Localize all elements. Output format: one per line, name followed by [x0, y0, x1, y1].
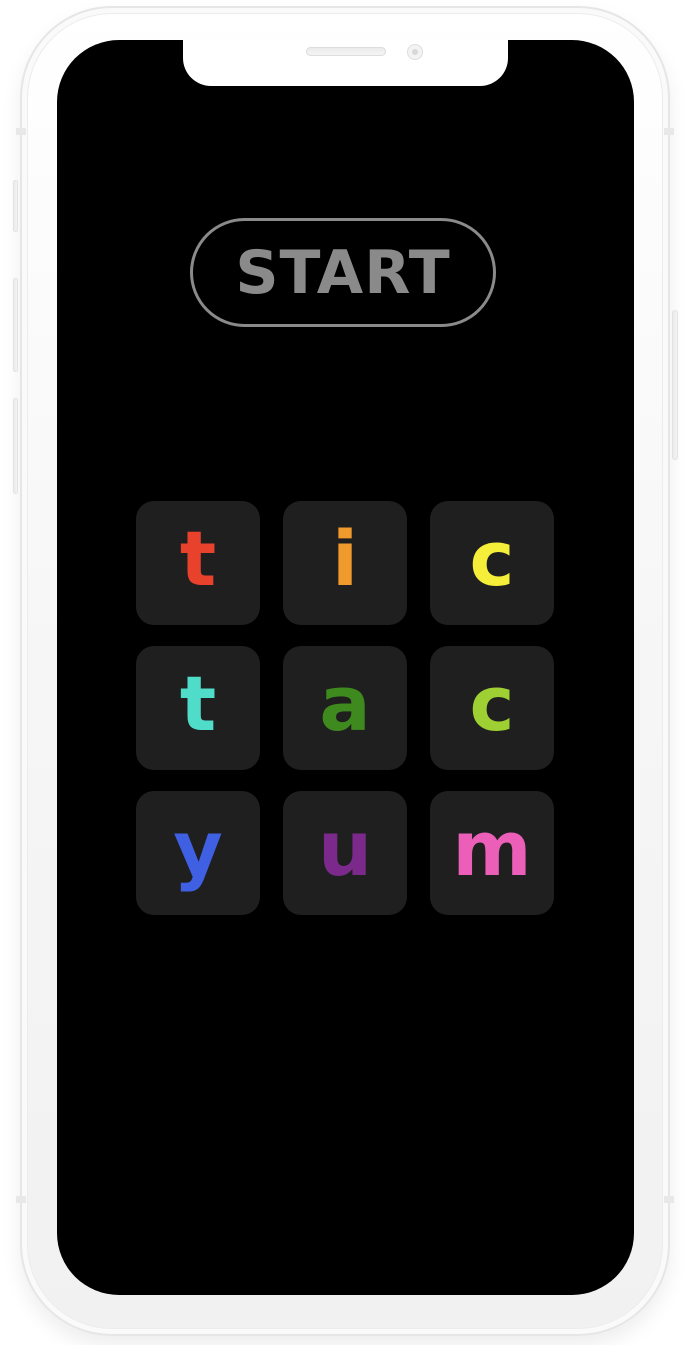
- mute-switch: [13, 180, 18, 232]
- letter-grid: t i c t a c y u m: [136, 501, 556, 915]
- grid-cell[interactable]: i: [283, 501, 407, 625]
- grid-cell[interactable]: c: [430, 501, 554, 625]
- grid-cell[interactable]: t: [136, 646, 260, 770]
- volume-up-button: [13, 278, 18, 372]
- antenna-line: [16, 1196, 26, 1203]
- grid-cell[interactable]: a: [283, 646, 407, 770]
- antenna-line: [664, 1196, 674, 1203]
- grid-cell[interactable]: u: [283, 791, 407, 915]
- earpiece-speaker: [306, 47, 386, 56]
- grid-cell[interactable]: c: [430, 646, 554, 770]
- front-camera-icon: [407, 44, 423, 60]
- volume-down-button: [13, 398, 18, 494]
- grid-cell[interactable]: y: [136, 791, 260, 915]
- grid-cell[interactable]: m: [430, 791, 554, 915]
- start-button[interactable]: START: [190, 218, 496, 327]
- grid-cell[interactable]: t: [136, 501, 260, 625]
- antenna-line: [16, 128, 26, 135]
- antenna-line: [664, 128, 674, 135]
- phone-screen: START t i c t a c y u m: [57, 40, 634, 1295]
- power-button: [672, 310, 678, 460]
